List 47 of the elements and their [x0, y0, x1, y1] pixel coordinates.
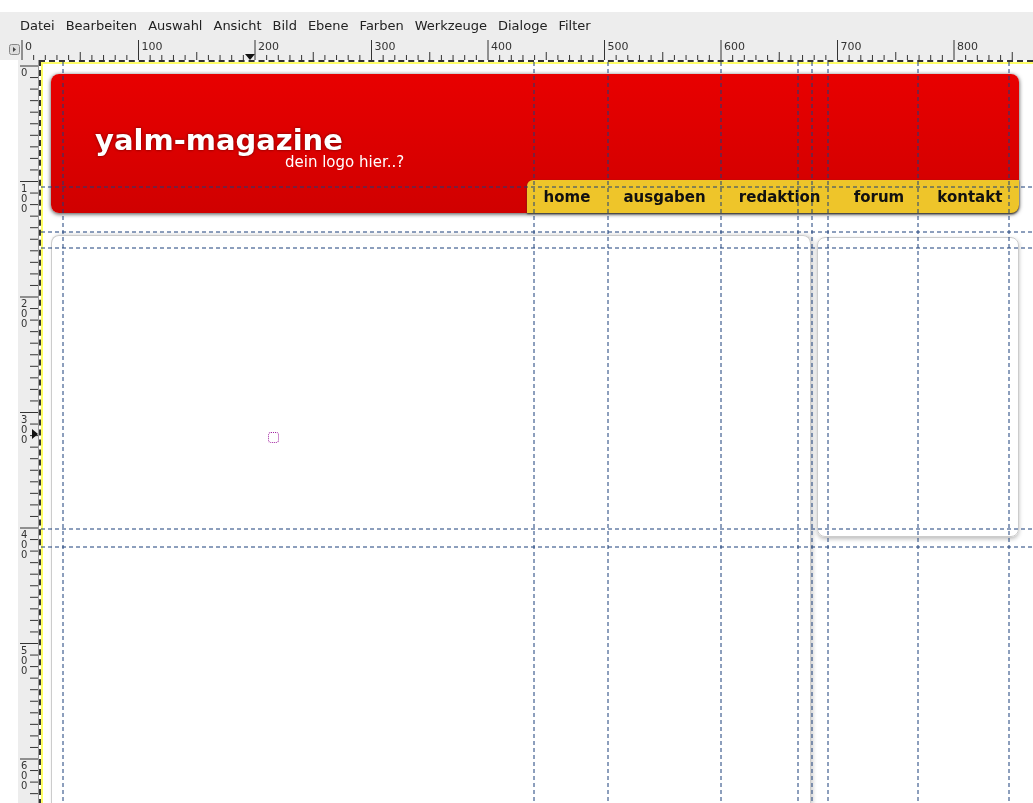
nav-link[interactable]: forum: [853, 187, 905, 206]
menu-item[interactable]: Ansicht: [213, 17, 262, 33]
ruler-label: 500: [607, 40, 629, 53]
ruler-label: 400: [491, 40, 512, 53]
guide-line[interactable]: [607, 62, 609, 803]
menu-item[interactable]: Farben: [359, 17, 404, 33]
ruler-label: 400: [21, 530, 29, 560]
logo-text: yalm-magazine: [95, 126, 343, 155]
menu-item[interactable]: Filter: [558, 17, 591, 33]
pointer-position-icon: [245, 54, 255, 60]
menu-item[interactable]: Dialoge: [498, 17, 548, 33]
menu-item[interactable]: Bearbeiten: [65, 17, 138, 33]
menu-item[interactable]: Werkzeuge: [414, 17, 487, 33]
guide-line[interactable]: [811, 62, 813, 803]
guide-line[interactable]: [41, 186, 1033, 188]
nav-link[interactable]: ausgaben: [623, 187, 706, 206]
menu-item[interactable]: Datei: [20, 17, 55, 33]
guide-line[interactable]: [827, 62, 829, 803]
ruler-label: 600: [724, 40, 745, 53]
guide-line[interactable]: [917, 62, 919, 803]
ruler-label: 0: [25, 40, 32, 53]
menu-item[interactable]: Ebene: [307, 17, 349, 33]
ruler-label: 300: [374, 40, 396, 53]
ruler-label: 100: [141, 40, 163, 53]
nav-link[interactable]: kontakt: [937, 187, 1003, 206]
menu-item[interactable]: Bild: [272, 17, 297, 33]
image-canvas[interactable]: yalm-magazine dein logo hier..? home ausgaben redaktion forum kontakt: [39, 60, 1033, 803]
navigate-icon[interactable]: [9, 43, 20, 55]
ruler-label: 200: [258, 40, 279, 53]
nav-link[interactable]: home: [543, 187, 591, 206]
ruler-label: 300: [21, 414, 29, 445]
ruler-label: 500: [21, 645, 29, 676]
guide-line[interactable]: [62, 62, 64, 803]
tagline: dein logo hier..?: [285, 153, 406, 171]
guide-line[interactable]: [1008, 62, 1010, 803]
ruler-label: 700: [840, 40, 862, 53]
pointer-position-icon: [32, 429, 38, 439]
guide-line[interactable]: [533, 62, 535, 803]
ruler-label: 0: [21, 68, 29, 78]
ruler-label: 200: [21, 299, 29, 329]
nav-link[interactable]: redaktion: [738, 187, 821, 206]
ruler-label: 100: [21, 183, 29, 214]
guide-line[interactable]: [797, 62, 799, 803]
menu-item[interactable]: Auswahl: [148, 17, 203, 33]
ruler-label: 800: [957, 40, 978, 53]
guide-line[interactable]: [720, 62, 722, 803]
ruler-label: 600: [21, 761, 29, 791]
